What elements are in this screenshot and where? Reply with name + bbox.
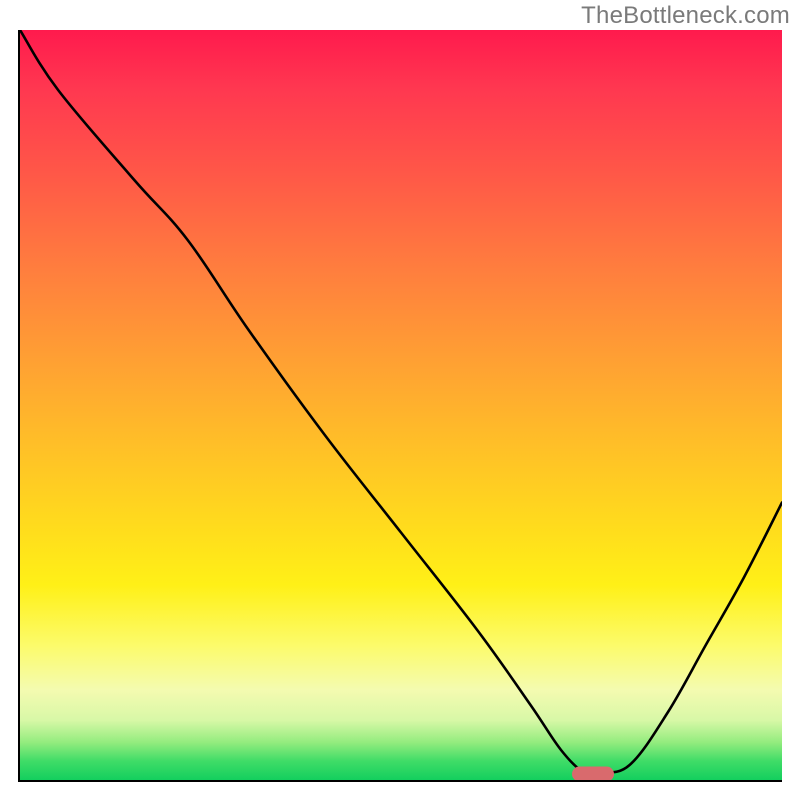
optimal-marker	[572, 767, 614, 782]
plot-frame	[18, 30, 782, 782]
bottleneck-curve	[20, 30, 782, 780]
watermark-text: TheBottleneck.com	[581, 2, 790, 30]
chart-stage: TheBottleneck.com	[0, 0, 800, 800]
